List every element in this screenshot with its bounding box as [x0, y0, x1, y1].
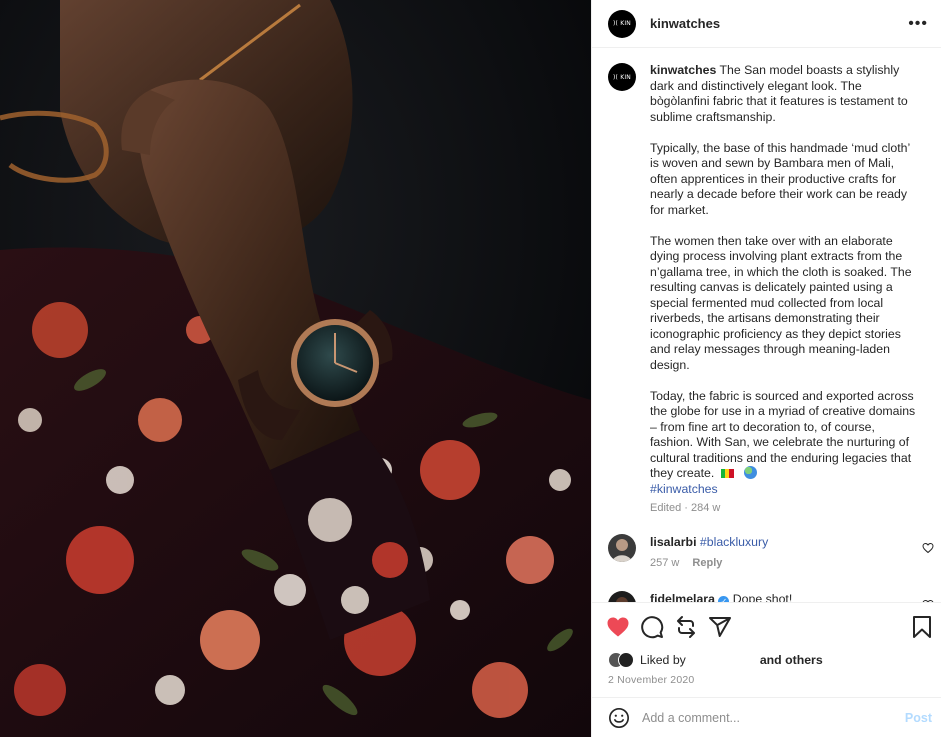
caption-text-4: Today, the fabric is sourced and exporte… [650, 388, 916, 481]
comment-item: fidelmelara ✓ Dope shot! [608, 591, 934, 602]
repost-icon[interactable] [674, 615, 698, 639]
author-avatar[interactable]: )( KIN [608, 9, 636, 38]
like-comment-heart-icon[interactable] [922, 542, 934, 554]
caption-avatar-logo-text: )( KIN [613, 73, 631, 81]
liker-avatar [618, 652, 634, 668]
avatar-logo-text: )( KIN [613, 20, 631, 27]
caption-paragraph-3: The women then take over with an elabora… [650, 233, 912, 372]
caption-paragraph-1: kinwatches The San model boasts a stylis… [650, 63, 918, 125]
commenter-username[interactable]: lisalarbi [650, 535, 696, 549]
caption-edited-timestamp: Edited · 284 w [650, 502, 721, 514]
comments-scroll-area[interactable]: )( KIN kinwatches The San model boasts a… [592, 49, 941, 602]
post-actions-bar: Liked by and others 2 November 2020 [592, 602, 941, 697]
author-username[interactable]: kinwatches [650, 16, 720, 31]
comment-age: 257 w [650, 557, 680, 569]
commenter-avatar[interactable] [608, 591, 636, 602]
post-details-panel: )( KIN kinwatches ••• )( KIN kinwatches … [591, 0, 941, 737]
post-photo[interactable] [0, 0, 591, 737]
caption-paragraph-4: Today, the fabric is sourced and exporte… [650, 389, 918, 498]
liked-by-label: Liked by [640, 653, 686, 667]
share-icon[interactable] [708, 615, 732, 639]
commenter-avatar[interactable] [608, 534, 636, 562]
liked-heart-icon[interactable] [606, 615, 630, 639]
reply-button[interactable]: Reply [692, 557, 722, 569]
add-comment-input[interactable] [642, 710, 905, 725]
photo-illustration [0, 0, 591, 737]
caption-paragraph-2: Typically, the base of this handmade ‘mu… [650, 140, 910, 217]
and-others-link[interactable]: and others [760, 653, 823, 667]
post-date: 2 November 2020 [608, 674, 695, 686]
comment-hashtag-link[interactable]: #blackluxury [700, 535, 768, 549]
mali-flag-icon [720, 469, 734, 478]
more-options-icon[interactable]: ••• [908, 15, 928, 31]
post-comment-button[interactable]: Post [905, 711, 932, 725]
save-bookmark-icon[interactable] [910, 615, 934, 639]
caption-username[interactable]: kinwatches [650, 63, 716, 77]
comment-item: lisalarbi #blackluxury 257 w Reply [608, 534, 934, 569]
likes-summary[interactable]: Liked by and others [608, 652, 823, 668]
comment-text: Dope shot! [732, 592, 793, 602]
commenter-username[interactable]: fidelmelara [650, 592, 715, 602]
comment-icon[interactable] [640, 615, 664, 639]
post-caption: )( KIN kinwatches The San model boasts a… [608, 63, 928, 514]
post-header: )( KIN kinwatches ••• [592, 0, 941, 48]
emoji-picker-icon[interactable] [608, 707, 630, 729]
caption-author-avatar[interactable]: )( KIN [608, 63, 636, 91]
caption-hashtag-link[interactable]: #kinwatches [650, 482, 718, 496]
add-comment-bar: Post [592, 697, 941, 737]
globe-icon [744, 466, 758, 479]
